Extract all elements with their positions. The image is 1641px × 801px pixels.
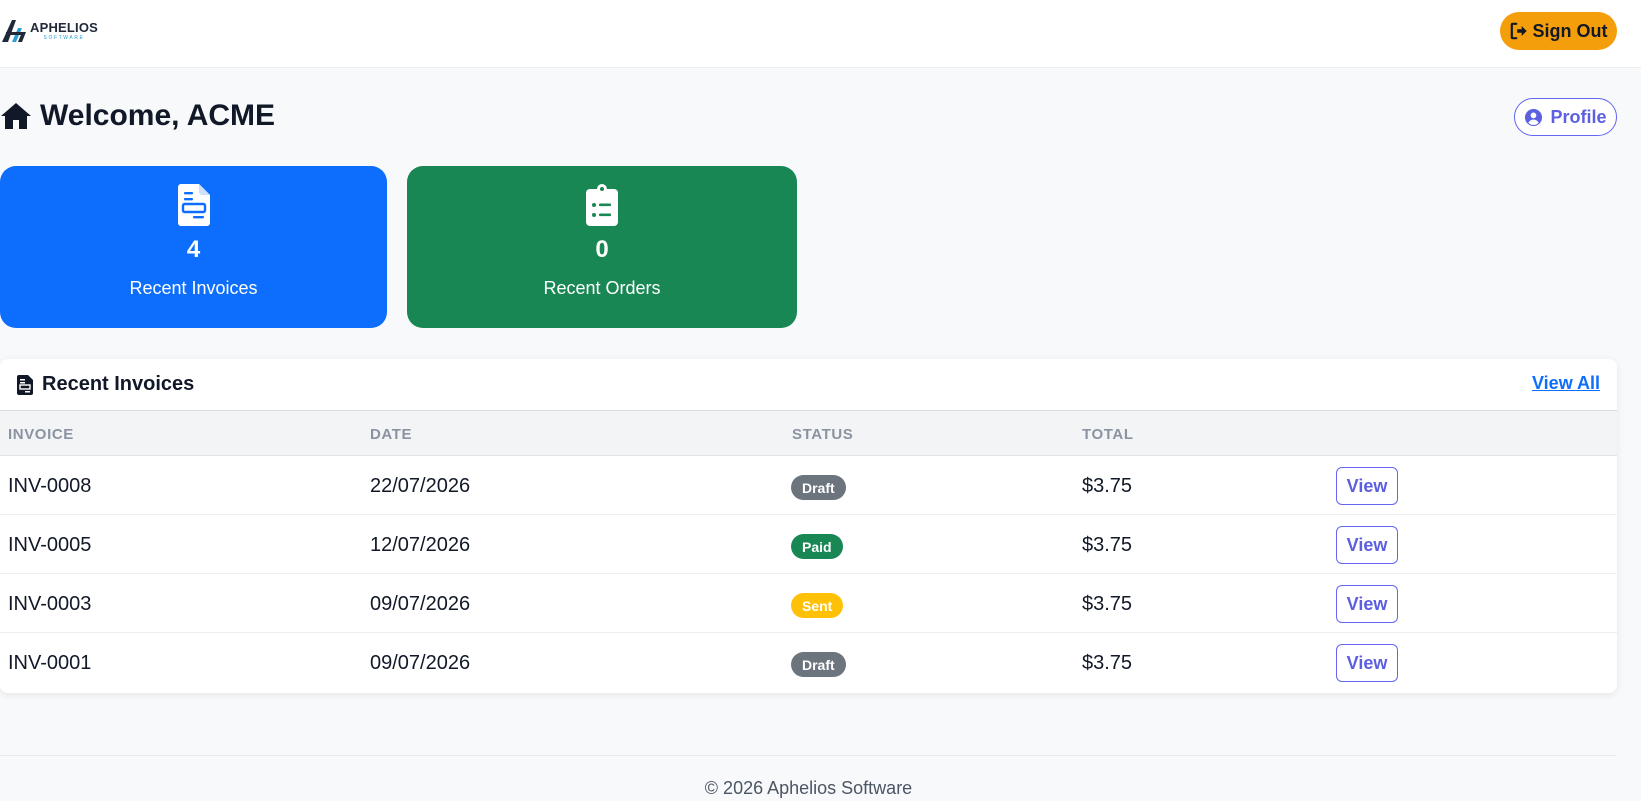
invoice-date: 22/07/2026 (370, 475, 471, 497)
invoice-total: $3.75 (1082, 593, 1133, 615)
view-invoice-button[interactable]: View (1336, 644, 1398, 682)
top-navbar: APHELIOS SOFTWARE Sign Out (0, 0, 1641, 68)
view-all-link[interactable]: View All (1532, 373, 1600, 394)
sign-out-label: Sign Out (1532, 20, 1608, 41)
table-row: INV-0005 12/07/2026 Paid $3.75 View (0, 515, 1617, 574)
file-invoice-icon (17, 374, 33, 395)
invoice-number: INV-0008 (8, 475, 92, 497)
recent-orders-count: 0 (595, 236, 609, 263)
table-row: INV-0003 09/07/2026 Sent $3.75 View (0, 574, 1617, 633)
invoice-date: 09/07/2026 (370, 593, 471, 615)
recent-invoices-panel: Recent Invoices View All INVOICE DATE ST… (0, 359, 1617, 693)
page-title: Welcome, ACME (40, 99, 276, 132)
status-badge: Sent (791, 593, 844, 618)
user-circle-icon (1525, 108, 1543, 126)
invoice-number: INV-0001 (8, 652, 92, 674)
panel-title: Recent Invoices (17, 373, 194, 396)
profile-label: Profile (1550, 106, 1607, 127)
recent-orders-card[interactable]: 0 Recent Orders (407, 166, 797, 328)
welcome-heading: Welcome, ACME (0, 96, 275, 136)
recent-invoices-count: 4 (186, 236, 201, 263)
view-invoice-button[interactable]: View (1336, 467, 1398, 505)
invoice-total: $3.75 (1082, 475, 1133, 497)
table-row: INV-0008 22/07/2026 Draft $3.75 View (0, 456, 1617, 515)
panel-header: Recent Invoices View All (0, 359, 1617, 411)
status-badge: Draft (791, 475, 846, 500)
aphelios-logo-icon (2, 20, 26, 42)
profile-button[interactable]: Profile (1514, 98, 1617, 136)
logo-subtitle: SOFTWARE (43, 35, 85, 41)
invoice-number: INV-0005 (8, 534, 92, 556)
column-invoice: INVOICE (8, 426, 74, 443)
column-status: STATUS (792, 426, 854, 443)
panel-title-text: Recent Invoices (42, 373, 195, 395)
view-invoice-button[interactable]: View (1336, 585, 1398, 623)
home-icon (1, 103, 31, 129)
invoice-total: $3.75 (1082, 534, 1133, 556)
sign-out-icon (1510, 22, 1527, 40)
clipboard-list-icon (586, 184, 618, 226)
recent-orders-label: Recent Orders (543, 278, 661, 298)
recent-invoices-label: Recent Invoices (129, 278, 258, 298)
status-badge: Draft (791, 652, 846, 677)
aphelios-logo[interactable]: APHELIOS SOFTWARE (0, 18, 110, 44)
recent-invoices-card[interactable]: 4 Recent Invoices (0, 166, 387, 328)
status-badge: Paid (791, 534, 843, 559)
invoice-number: INV-0003 (8, 593, 92, 615)
invoice-total: $3.75 (1082, 652, 1133, 674)
footer-copyright: © 2026 Aphelios Software (704, 778, 913, 798)
view-invoice-button[interactable]: View (1336, 526, 1398, 564)
logo-name: APHELIOS (30, 20, 99, 35)
footer-divider (0, 755, 1617, 756)
column-total: TOTAL (1082, 426, 1134, 443)
invoice-date: 12/07/2026 (370, 534, 471, 556)
column-date: DATE (370, 426, 413, 443)
invoice-date: 09/07/2026 (370, 652, 471, 674)
table-row: INV-0001 09/07/2026 Draft $3.75 View (0, 633, 1617, 692)
sign-out-button[interactable]: Sign Out (1500, 12, 1617, 50)
file-invoice-icon (177, 184, 210, 226)
table-header: INVOICE DATE STATUS TOTAL (0, 411, 1617, 456)
